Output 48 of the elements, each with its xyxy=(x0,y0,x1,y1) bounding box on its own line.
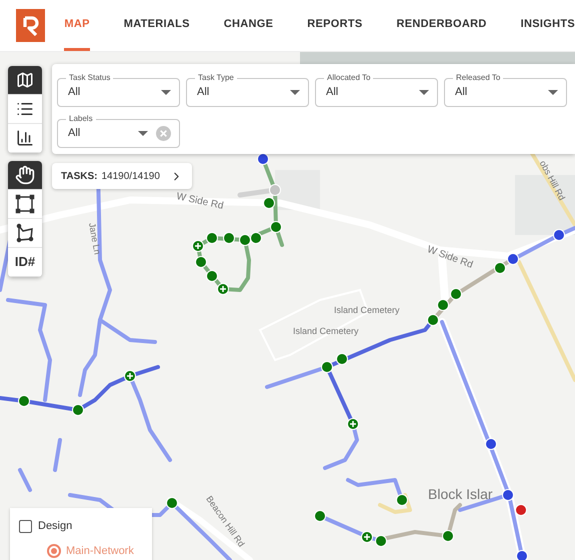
list-icon xyxy=(16,100,34,118)
app-logo[interactable] xyxy=(16,9,46,42)
tool-button[interactable] xyxy=(8,219,42,248)
filter-value: All xyxy=(68,126,82,142)
nav-tab[interactable]: CHANGE xyxy=(224,0,274,51)
tool-button[interactable] xyxy=(8,95,42,124)
building-area xyxy=(515,175,575,235)
tasks-count: 14190/14190 xyxy=(101,170,161,184)
caret-icon xyxy=(290,90,300,95)
tool-button[interactable] xyxy=(8,190,42,219)
map-label: Island Cemetery xyxy=(293,325,359,338)
logo-icon xyxy=(22,16,39,36)
tool-button[interactable] xyxy=(8,161,42,190)
rectangle-select-icon xyxy=(15,194,35,214)
nav-tab[interactable]: RENDERBOARD xyxy=(396,0,487,51)
polygon-select-icon xyxy=(15,223,35,243)
tasks-label: TASKS: xyxy=(61,170,98,184)
filter-label: Task Type xyxy=(195,72,237,84)
caret-icon xyxy=(161,90,171,95)
filter-value: All xyxy=(68,85,82,100)
map-label: W Side Rd xyxy=(424,243,475,273)
tool-button[interactable] xyxy=(8,66,42,95)
radio-label: Main-Network xyxy=(66,544,134,558)
pipe-line xyxy=(18,438,62,492)
nav-tab[interactable]: MATERIALS xyxy=(124,0,190,51)
map-label: W Side Rd xyxy=(174,190,225,214)
caret-icon xyxy=(548,90,558,95)
caret-icon xyxy=(419,90,429,95)
filter-value: All xyxy=(326,85,340,100)
id-button[interactable]: ID# xyxy=(8,248,42,277)
map-label: Island Cemetery xyxy=(334,304,400,317)
map-label: Jane Ln xyxy=(86,222,104,256)
checkbox-label: Design xyxy=(38,519,72,534)
caret-icon xyxy=(138,131,148,136)
checkbox[interactable] xyxy=(19,520,32,533)
chart-icon xyxy=(16,129,34,147)
tasks-counter[interactable]: TASKS: 14190/14190 xyxy=(52,163,192,189)
nav-tab[interactable]: INSIGHTS xyxy=(520,0,575,51)
filter-value: All xyxy=(455,85,468,100)
road xyxy=(378,493,412,514)
filter-value: All xyxy=(197,85,210,100)
nav-tab[interactable]: REPORTS xyxy=(307,0,363,51)
map-node xyxy=(516,550,528,560)
hand-icon xyxy=(15,165,35,185)
map-icon xyxy=(16,71,34,89)
map-label: Block Islar xyxy=(428,485,493,504)
map-label: obs Hill Rd xyxy=(536,158,568,204)
tool-button[interactable] xyxy=(8,124,42,153)
